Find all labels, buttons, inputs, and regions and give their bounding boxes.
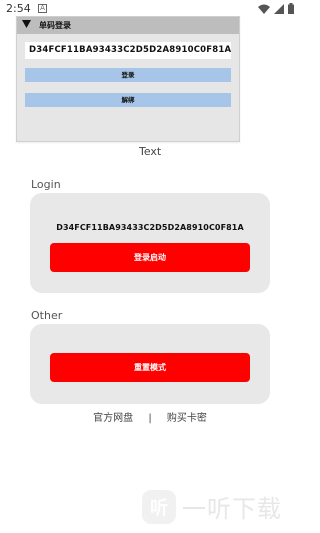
login-code-text: D34FCF11BA93433C2D5D2A8910C0F81A: [56, 223, 244, 232]
panel-titlebar[interactable]: 单码登录: [17, 17, 239, 34]
panel-title: 单码登录: [39, 21, 71, 30]
footer-links: 官方网盘 | 购买卡密: [0, 409, 300, 424]
other-section-label: Other: [31, 309, 63, 322]
panel-caption: Text: [139, 145, 162, 158]
unbind-button[interactable]: 解绑: [25, 93, 231, 107]
signal-icon: [274, 3, 284, 14]
collapse-triangle-icon[interactable]: [22, 20, 31, 28]
single-code-login-panel: 单码登录 D34FCF11BA93433C2D5D2A8910C0F81A 登录…: [16, 16, 240, 142]
reset-mode-button[interactable]: 重置模式: [50, 353, 250, 382]
status-icons: [258, 3, 294, 14]
watermark: 听 一听下载: [142, 489, 282, 524]
buy-card-key-link[interactable]: 购买卡密: [167, 413, 207, 424]
code-input[interactable]: D34FCF11BA93433C2D5D2A8910C0F81A: [25, 42, 231, 59]
wifi-icon: [258, 4, 270, 14]
watermark-text: 一听下载: [182, 495, 282, 523]
links-separator: |: [148, 413, 152, 424]
notification-a-icon: A: [38, 4, 47, 13]
status-time: 2:54: [6, 2, 31, 15]
login-start-button[interactable]: 登录启动: [50, 243, 250, 272]
login-section-label: Login: [31, 178, 61, 191]
battery-icon: [288, 3, 294, 14]
watermark-logo-icon: 听: [142, 489, 176, 524]
official-netdisk-link[interactable]: 官方网盘: [93, 413, 133, 424]
login-button[interactable]: 登录: [25, 68, 231, 82]
other-card: 重置模式: [30, 324, 270, 404]
login-card: D34FCF11BA93433C2D5D2A8910C0F81A 登录启动: [30, 193, 270, 293]
